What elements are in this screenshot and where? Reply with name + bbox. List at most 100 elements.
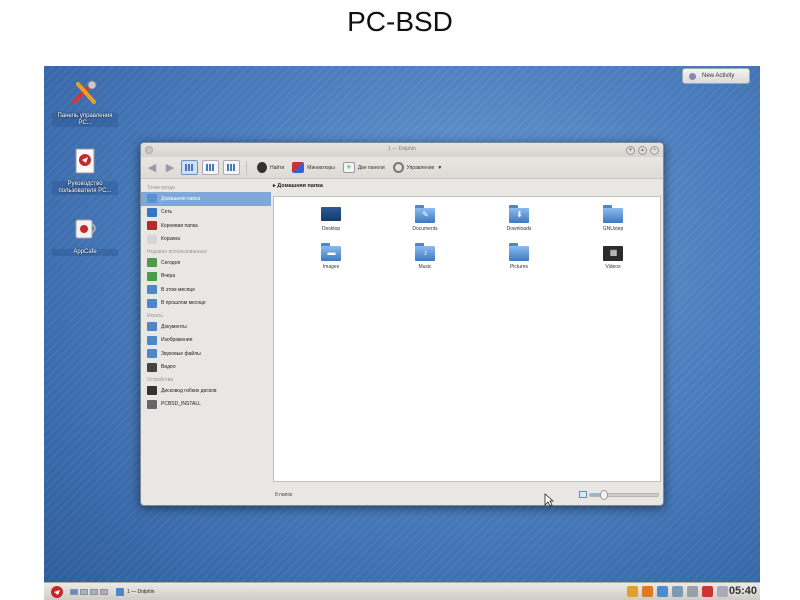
toolbar-separator bbox=[246, 160, 247, 175]
sidebar-item[interactable]: Корневая папка bbox=[141, 219, 271, 233]
desktop-icon-label: Руководство пользователя PC... bbox=[52, 181, 118, 195]
file-item[interactable]: Desktop bbox=[293, 205, 369, 232]
tray-icon[interactable] bbox=[642, 586, 653, 597]
window-titlebar[interactable]: 1 — Dolphin ▾ ▴ × bbox=[141, 143, 663, 157]
task-label: 1 — Dolphin bbox=[127, 588, 155, 595]
start-menu-icon[interactable] bbox=[50, 585, 64, 599]
file-name: Documents bbox=[412, 226, 438, 232]
pager-desktop[interactable] bbox=[100, 588, 108, 595]
sidebar-item-label: В этом месяце bbox=[161, 286, 196, 293]
back-icon[interactable]: ◀ bbox=[145, 161, 159, 175]
place-icon bbox=[147, 335, 157, 345]
sidebar-item-label: Сеть bbox=[161, 209, 173, 216]
place-icon bbox=[147, 322, 157, 332]
tray-icon[interactable] bbox=[687, 586, 698, 597]
sidebar-item[interactable]: Видео bbox=[141, 361, 271, 375]
breadcrumb-label: Домашняя папка bbox=[277, 183, 323, 189]
video-folder-icon: ▦ bbox=[603, 243, 623, 261]
minimize-button[interactable]: ▾ bbox=[626, 146, 635, 155]
file-item[interactable]: ⬇ Downloads bbox=[481, 205, 557, 232]
sidebar-section-title: Искать bbox=[147, 313, 163, 319]
desktop-icon-appcafe[interactable]: AppCafe bbox=[52, 214, 118, 256]
desktop-icon-control-panel[interactable]: Панель управления PC... bbox=[52, 78, 118, 127]
sidebar-section-title: Устройства bbox=[147, 377, 174, 383]
folder-icon: ♪ bbox=[415, 243, 435, 261]
find-button[interactable]: Найти bbox=[257, 162, 284, 173]
file-item[interactable]: Pictures bbox=[481, 243, 557, 270]
tray-icon[interactable] bbox=[657, 586, 668, 597]
sidebar-item[interactable]: Звуковые файлы bbox=[141, 347, 271, 361]
file-item[interactable]: ▬ Images bbox=[293, 243, 369, 270]
control-menu-button[interactable]: Управление ▼ bbox=[392, 162, 442, 173]
desktop-icon-label: Панель управления PC... bbox=[52, 113, 118, 127]
status-bar: 8 папок bbox=[273, 489, 661, 501]
close-button[interactable]: × bbox=[650, 146, 659, 155]
taskbar-task-dolphin[interactable]: 1 — Dolphin bbox=[116, 587, 155, 596]
desktop-icon-handbook[interactable]: Руководство пользователя PC... bbox=[52, 146, 118, 195]
dolphin-icon bbox=[116, 587, 124, 596]
file-item[interactable]: ▦ Videos bbox=[575, 243, 651, 270]
tray-icon[interactable] bbox=[702, 586, 713, 597]
control-label: Управление bbox=[406, 164, 435, 171]
file-item[interactable]: ✎ Documents bbox=[387, 205, 463, 232]
breadcrumb[interactable]: ▸ Домашняя папка bbox=[273, 183, 323, 189]
details-view-button[interactable] bbox=[202, 160, 219, 175]
zoom-slider-handle[interactable] bbox=[599, 490, 608, 500]
file-view[interactable]: Desktop ✎ Documents ⬇ Downloads GNUstep ▬ Image… bbox=[273, 196, 661, 482]
place-icon bbox=[147, 258, 157, 268]
file-name: Pictures bbox=[509, 264, 529, 270]
sidebar-item[interactable]: В этом месяце bbox=[141, 283, 271, 297]
new-activity-button[interactable]: New Activity bbox=[682, 68, 750, 84]
system-tray bbox=[627, 586, 728, 597]
sidebar-item[interactable]: Сегодня bbox=[141, 256, 271, 270]
file-item[interactable]: ♪ Music bbox=[387, 243, 463, 270]
sidebar-item[interactable]: В прошлом месяце bbox=[141, 297, 271, 311]
handbook-icon bbox=[75, 148, 95, 174]
sidebar-item-label: Домашняя папка bbox=[161, 195, 201, 202]
sidebar-item[interactable]: Домашняя папка bbox=[141, 192, 271, 206]
tray-icon[interactable] bbox=[627, 586, 638, 597]
split-icon: + bbox=[342, 162, 355, 173]
sidebar-item[interactable]: Изображения bbox=[141, 334, 271, 348]
sidebar-item[interactable]: Вчера bbox=[141, 270, 271, 284]
maximize-button[interactable]: ▴ bbox=[638, 146, 647, 155]
file-name: Music bbox=[418, 264, 432, 270]
sidebar-item[interactable]: Дисковод гибких дисков bbox=[141, 384, 271, 398]
columns-view-button[interactable] bbox=[223, 160, 240, 175]
preview-icon bbox=[292, 162, 305, 173]
split-button[interactable]: + Две панели bbox=[342, 162, 385, 173]
desktop-pager[interactable] bbox=[70, 588, 108, 595]
sidebar-item-label: Дисковод гибких дисков bbox=[161, 387, 217, 394]
sidebar-item[interactable]: PCBSD_INSTALL bbox=[141, 398, 271, 412]
file-name: Videos bbox=[605, 264, 621, 270]
place-icon bbox=[147, 298, 157, 308]
forward-icon[interactable]: ▶ bbox=[163, 161, 177, 175]
pager-desktop[interactable] bbox=[80, 588, 88, 595]
place-icon bbox=[147, 386, 157, 396]
sidebar-item-label: PCBSD_INSTALL bbox=[161, 401, 201, 408]
clock[interactable]: 05:40 bbox=[729, 585, 757, 597]
pager-desktop[interactable] bbox=[90, 588, 98, 595]
preview-button[interactable]: Миниатюры bbox=[292, 162, 335, 173]
sidebar-item[interactable]: Корзина bbox=[141, 233, 271, 247]
sidebar-item-label: Видео bbox=[161, 364, 176, 371]
file-item[interactable]: GNUstep bbox=[575, 205, 651, 232]
zoom-slider[interactable] bbox=[589, 490, 659, 500]
desktop-screen: Панель управления PC... Руководство поль… bbox=[44, 66, 760, 600]
details-view-icon bbox=[206, 164, 215, 171]
icons-view-icon bbox=[185, 164, 194, 171]
sidebar-item[interactable]: Документы bbox=[141, 320, 271, 334]
sidebar-item-label: Сегодня bbox=[161, 259, 181, 266]
pager-desktop[interactable] bbox=[70, 588, 78, 595]
desktop-folder-icon bbox=[321, 205, 341, 223]
tray-icon[interactable] bbox=[717, 586, 728, 597]
place-icon bbox=[147, 362, 157, 372]
place-icon bbox=[147, 285, 157, 295]
place-icon bbox=[147, 271, 157, 281]
sidebar-item[interactable]: Сеть bbox=[141, 206, 271, 220]
tray-icon[interactable] bbox=[672, 586, 683, 597]
icons-view-button[interactable] bbox=[181, 160, 198, 175]
places-panel: Точки входа Домашняя папка Сеть Корневая па… bbox=[141, 180, 271, 487]
gear-icon bbox=[392, 162, 404, 173]
dolphin-window[interactable]: 1 — Dolphin ▾ ▴ × ◀ ▶ Найти Миниатюры + … bbox=[140, 142, 664, 506]
